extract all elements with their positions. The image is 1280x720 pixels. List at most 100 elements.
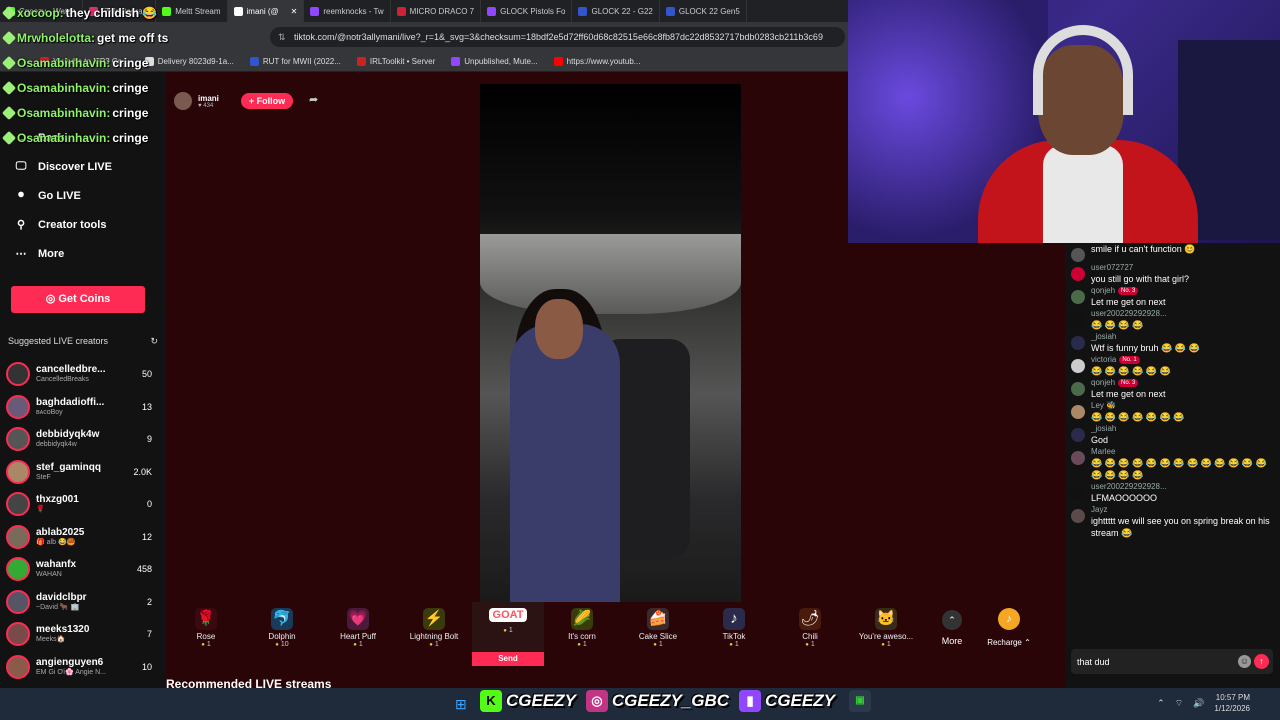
suggested-creator[interactable]: stef_gaminqq SteF 2.0K: [6, 456, 158, 489]
send-message-button[interactable]: ↑: [1254, 654, 1269, 669]
sidebar-item-creator-tools[interactable]: ⚲ Creator tools: [0, 210, 166, 239]
gift-lightning-bolt[interactable]: ⚡ Lightning Bolt1: [396, 602, 472, 648]
gift-group-1: 🌹Rose1🐬Dolphin10💗Heart Puff1⚡Lightning B…: [168, 602, 472, 648]
chat-avatar[interactable]: [1071, 428, 1085, 442]
browser-tab[interactable]: GLOCK 22 - G22: [572, 0, 660, 22]
suggested-creator[interactable]: wahanfx WAHAN 458: [6, 553, 158, 586]
chat-body: smile if u can't function 😊: [1091, 243, 1195, 262]
chili-icon: 🌶: [799, 608, 821, 630]
chat-avatar[interactable]: [1071, 290, 1085, 304]
follow-button[interactable]: + Follow: [241, 93, 293, 109]
url-field[interactable]: ⇅ tiktok.com/@notr3allymani/live?_r=1&_s…: [270, 27, 845, 47]
chat-username[interactable]: user200229292928...: [1091, 481, 1167, 492]
creator-avatar: [6, 394, 30, 419]
sidebar-item-label: More: [38, 247, 65, 260]
gift-tiktok[interactable]: ♪ TikTok1: [696, 602, 772, 648]
browser-tab[interactable]: GLOCK Pistols Fo: [481, 0, 573, 22]
network-icon[interactable]: ⌔: [1175, 698, 1183, 709]
send-gift-button[interactable]: Send: [472, 652, 544, 666]
chat-avatar[interactable]: [1071, 486, 1085, 500]
gift-heart-puff[interactable]: 💗 Heart Puff1: [320, 602, 396, 648]
creator-text: wahanfx WAHAN: [36, 559, 76, 579]
refresh-icon[interactable]: ↻: [150, 336, 158, 347]
creator-name: stef_gaminqq: [36, 461, 102, 473]
chat-message: smile if u can't function 😊: [1065, 243, 1280, 262]
chat-username[interactable]: qonjeh No. 3: [1091, 285, 1166, 296]
chat-avatar[interactable]: [1071, 336, 1085, 350]
gift-dolphin[interactable]: 🐬 Dolphin10: [244, 602, 320, 648]
chat-username[interactable]: qonjeh No. 3: [1091, 377, 1166, 388]
browser-tab[interactable]: imani (@ ✕: [227, 0, 305, 22]
chat-username[interactable]: user200229292928...: [1091, 308, 1167, 319]
chat-username[interactable]: Ley 🐝: [1091, 400, 1184, 411]
chat-username[interactable]: victoria No. 1: [1091, 354, 1171, 365]
gift-bar: 🌹Rose1🐬Dolphin10💗Heart Puff1⚡Lightning B…: [166, 602, 1065, 668]
suggested-creator[interactable]: meeks1320 Meeks🏠 7: [6, 618, 158, 651]
browser-tab[interactable]: reemknocks - Tw: [304, 0, 391, 22]
chat-text: 😂 😂 😂 😂 😂 😂 😂 😂 😂 😂 😂 😂 😂 😂 😂 😂 😂: [1091, 458, 1267, 480]
suggested-creator[interactable]: baghdadioffi... ʙᴀᴄoBoy 13: [6, 391, 158, 424]
more-gifts-button[interactable]: ⌃ More: [924, 602, 980, 646]
suggested-creator[interactable]: debbidyqk4w debbidyqk4w 9: [6, 423, 158, 456]
gift-rose[interactable]: 🌹 Rose1: [168, 602, 244, 648]
suggested-creator[interactable]: cancelledbre... CancelledBreaks 50: [6, 358, 158, 391]
suggested-creator[interactable]: thxzg001 🌹 0: [6, 488, 158, 521]
chat-avatar[interactable]: [1071, 509, 1085, 523]
chat-avatar[interactable]: [1071, 451, 1085, 465]
suggested-creator[interactable]: angienguyen6 EM Gi Ơi🌸 Angie N... 10: [6, 651, 158, 684]
suggested-creator[interactable]: davidclbpr ~David 🐂 🏢 2: [6, 586, 158, 619]
bookmark-label: RUT for MWII (2022...: [262, 57, 341, 66]
rank-badge: No. 1: [1119, 355, 1140, 364]
get-coins-button[interactable]: ◎ Get Coins: [11, 286, 145, 313]
browser-tab[interactable]: MICRO DRACO 7: [391, 0, 482, 22]
chat-avatar[interactable]: [1071, 248, 1085, 262]
close-icon[interactable]: ✕: [291, 7, 298, 16]
chat-username[interactable]: _josiah: [1091, 423, 1116, 434]
creator-viewer-count: 458: [136, 564, 152, 575]
gift-you-re-aweso-[interactable]: 🐱 You're aweso...1: [848, 602, 924, 648]
sidebar-item-go-live[interactable]: ⏺ Go LIVE: [0, 181, 166, 210]
gift-it-s-corn[interactable]: 🌽 It's corn1: [544, 602, 620, 648]
chat-avatar[interactable]: [1071, 313, 1085, 327]
overlay-chat-text: cringe: [112, 55, 149, 70]
creator-avatar: [6, 524, 30, 549]
chat-username[interactable]: Marlee: [1091, 446, 1272, 457]
suggested-creator[interactable]: ablab2025 🎁 alb 😂🥮 12: [6, 521, 158, 554]
gift-chili[interactable]: 🌶 Chili1: [772, 602, 848, 648]
bookmark-item[interactable]: RUT for MWII (2022...: [249, 57, 341, 66]
emoji-icon[interactable]: ☺: [1238, 655, 1251, 668]
chat-username[interactable]: _josiah: [1091, 331, 1200, 342]
browser-tab[interactable]: GLOCK 22 Gen5: [660, 0, 747, 22]
tab-favicon-icon: [310, 6, 320, 16]
chat-avatar[interactable]: [1071, 267, 1085, 281]
chat-avatar[interactable]: [1071, 405, 1085, 419]
chat-avatar[interactable]: [1071, 382, 1085, 396]
tab-favicon-icon: [665, 6, 675, 16]
gift-goat[interactable]: GOAT 1 Send: [472, 602, 544, 666]
volume-icon[interactable]: 🔊: [1193, 698, 1204, 709]
bookmark-item[interactable]: IRLToolkit • Server: [356, 57, 435, 66]
live-video[interactable]: [480, 84, 741, 602]
sidebar-item-discover-live[interactable]: 🖵 Discover LIVE: [0, 152, 166, 181]
live-chat-panel: smile if u can't function 😊 user072727 you…: [1065, 243, 1280, 688]
creator-subtitle: 🌹: [36, 506, 45, 514]
sidebar-item-more[interactable]: ⋯ More: [0, 239, 166, 268]
recharge-button[interactable]: ♪ Recharge ⌃: [980, 602, 1038, 647]
chat-avatar[interactable]: [1071, 359, 1085, 373]
creator-subtitle: SteF: [36, 473, 51, 481]
taskbar-app-icon[interactable]: ▣: [848, 690, 871, 712]
clock[interactable]: 10:57 PM 1/12/2026: [1214, 692, 1250, 714]
windows-start-icon[interactable]: ⊞: [455, 696, 467, 713]
bookmark-item[interactable]: Unpublished, Mute...: [451, 57, 538, 66]
suggested-title: Suggested LIVE creators: [8, 336, 109, 346]
gift-cake-slice[interactable]: 🍰 Cake Slice1: [620, 602, 696, 648]
social-handles: K CGEEZY ◎ CGEEZY_GBC ▮ CGEEZY ▣: [480, 690, 871, 712]
chevron-up-icon[interactable]: ⌃: [1157, 698, 1165, 709]
chat-input[interactable]: that dud ☺ ↑: [1071, 649, 1273, 674]
chat-username[interactable]: Jayz: [1091, 504, 1272, 515]
tab-label: MICRO DRACO 7: [409, 6, 475, 16]
bookmark-item[interactable]: https://www.youtub...: [553, 57, 640, 66]
share-icon[interactable]: ➦: [309, 93, 318, 106]
chat-username[interactable]: user072727: [1091, 262, 1189, 273]
site-info-icon[interactable]: ⇅: [278, 27, 286, 47]
